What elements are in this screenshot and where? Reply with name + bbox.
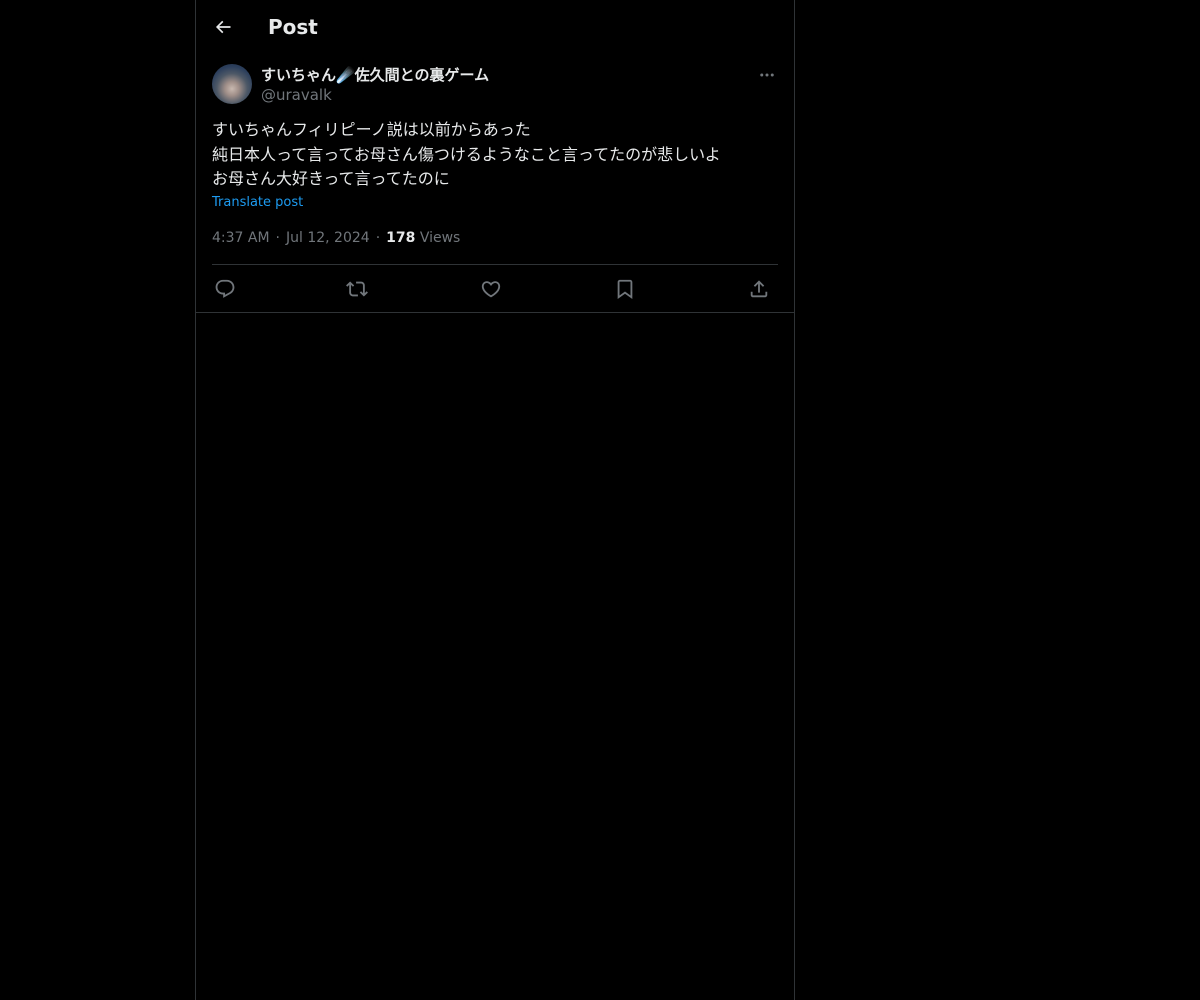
repost-button[interactable]: [344, 276, 370, 302]
share-icon: [748, 278, 770, 300]
views-label: Views: [419, 230, 461, 246]
post-time[interactable]: 4:37 AM: [212, 230, 270, 246]
post-detail-column: Post すいちゃん☄️佐久間との裏ゲーム @uravalk すいちゃんフィリピ…: [195, 0, 795, 1000]
author-row: すいちゃん☄️佐久間との裏ゲーム @uravalk: [212, 64, 778, 108]
page-title: Post: [268, 15, 318, 39]
post-text-line: 純日本人って言ってお母さん傷つけるようなこと言ってたのが悲しいよ: [212, 144, 721, 164]
reply-button[interactable]: [212, 276, 238, 302]
avatar[interactable]: [212, 64, 252, 104]
action-bar: [212, 265, 778, 312]
share-button[interactable]: [746, 276, 772, 302]
more-horizontal-icon: [758, 66, 776, 84]
header: Post: [196, 0, 794, 53]
reply-icon: [214, 278, 236, 300]
post-meta: 4:37 AM · Jul 12, 2024 · 178 Views: [212, 227, 460, 249]
translate-post-link[interactable]: Translate post: [212, 193, 303, 213]
author-name[interactable]: すいちゃん☄️佐久間との裏ゲーム: [261, 65, 489, 85]
back-button[interactable]: [206, 10, 240, 44]
divider: [196, 312, 794, 313]
repost-icon: [346, 278, 368, 300]
post-text-line: すいちゃんフィリピーノ説は以前からあった: [212, 120, 531, 139]
more-button[interactable]: [756, 64, 778, 86]
author-handle[interactable]: @uravalk: [261, 85, 332, 105]
views-count: 178: [386, 230, 416, 246]
post-text-line: お母さん大好きって言ってたのに: [212, 169, 450, 188]
post-text: すいちゃんフィリピーノ説は以前からあった 純日本人って言ってお母さん傷つけるよう…: [212, 118, 778, 192]
post-date[interactable]: Jul 12, 2024: [286, 230, 370, 246]
arrow-left-icon: [213, 17, 233, 37]
bookmark-button[interactable]: [612, 276, 638, 302]
meta-separator: ·: [275, 230, 280, 246]
meta-separator: ·: [375, 230, 381, 246]
like-button[interactable]: [478, 276, 504, 302]
bookmark-icon: [614, 278, 636, 300]
heart-icon: [480, 278, 502, 300]
